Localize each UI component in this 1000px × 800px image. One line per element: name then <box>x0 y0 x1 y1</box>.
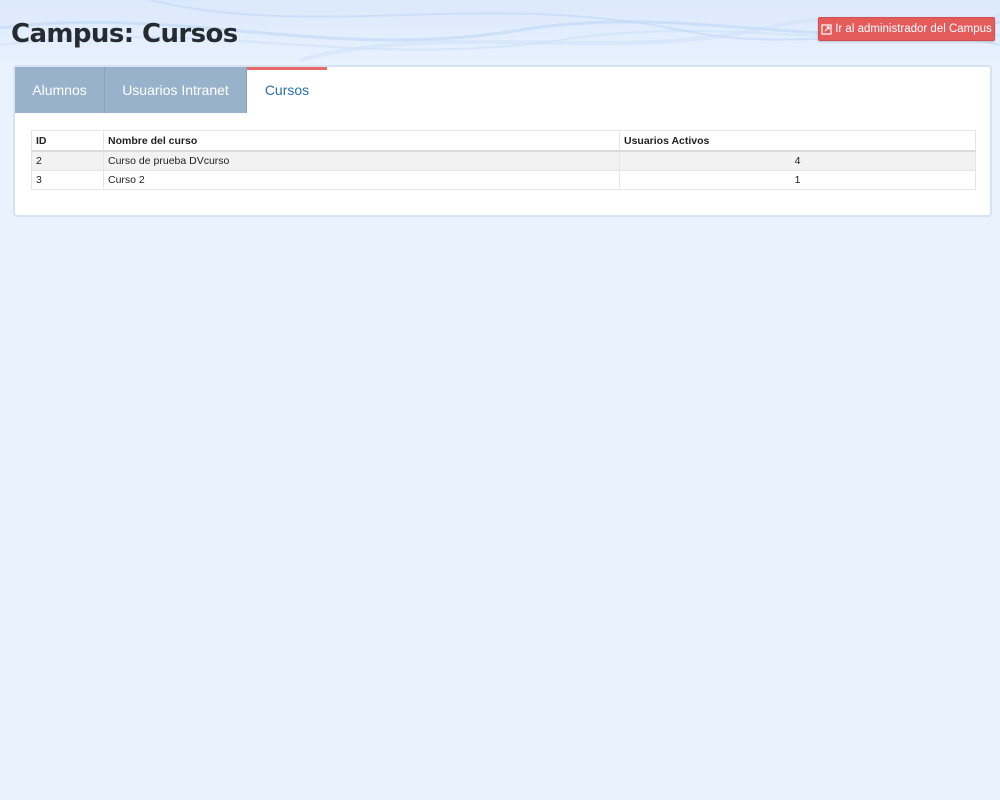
table-header-row: ID Nombre del curso Usuarios Activos <box>31 130 976 152</box>
column-header-active-users[interactable]: Usuarios Activos <box>619 130 976 152</box>
courses-table-container: ID Nombre del curso Usuarios Activos 2 C… <box>31 130 976 190</box>
external-link-icon <box>821 23 832 35</box>
tab-cursos[interactable]: Cursos <box>247 67 327 113</box>
tab-usuarios-intranet[interactable]: Usuarios Intranet <box>105 67 247 113</box>
courses-table: ID Nombre del curso Usuarios Activos 2 C… <box>31 130 976 190</box>
content-panel: Alumnos Usuarios Intranet Cursos ID Nomb… <box>13 65 992 217</box>
page-title: Campus: Cursos <box>11 19 238 49</box>
column-header-course-name[interactable]: Nombre del curso <box>103 130 620 152</box>
table-row: 2 Curso de prueba DVcurso 4 <box>31 150 976 171</box>
admin-campus-button-label: Ir al administrador del Campus <box>835 23 992 35</box>
page: Campus: Cursos Ir al administrador del C… <box>0 0 1000 800</box>
cell-course-name: Curso de prueba DVcurso <box>103 150 620 171</box>
cell-course-name: Curso 2 <box>103 170 620 190</box>
tab-alumnos[interactable]: Alumnos <box>15 67 105 113</box>
table-row: 3 Curso 2 1 <box>31 170 976 190</box>
cell-active-users: 4 <box>619 150 976 171</box>
tab-bar: Alumnos Usuarios Intranet Cursos <box>15 67 327 113</box>
admin-campus-button[interactable]: Ir al administrador del Campus <box>818 17 995 41</box>
column-header-id[interactable]: ID <box>31 130 104 152</box>
cell-id: 2 <box>31 150 104 171</box>
cell-active-users: 1 <box>619 170 976 190</box>
cell-id: 3 <box>31 170 104 190</box>
